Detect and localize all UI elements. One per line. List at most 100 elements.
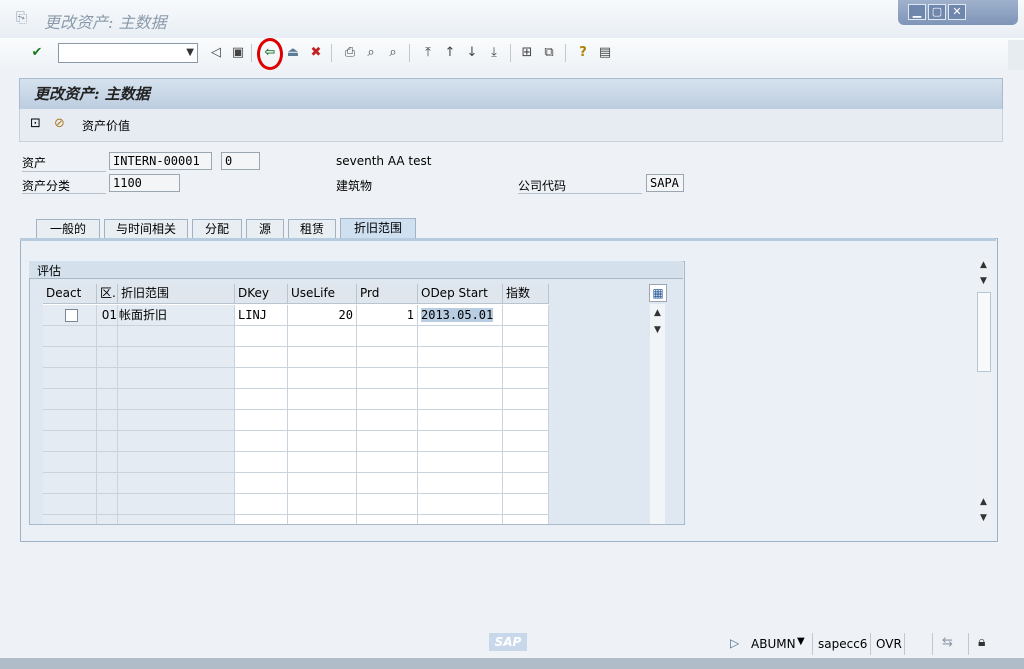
scroll-down-icon[interactable]: ▼ [976,274,991,288]
scroll-up-icon[interactable]: ▲ [650,306,665,320]
layout-icon[interactable]: ▤ [596,44,614,62]
asset-class-field[interactable]: 1100 [109,174,180,192]
tab-general[interactable]: 一般的 [36,219,100,238]
empty-table-cell[interactable] [288,326,357,347]
other-asset-icon[interactable]: ⊡ [30,116,41,131]
maximize-button[interactable]: ▢ [928,4,946,20]
save-icon[interactable]: ▣ [229,44,247,62]
empty-table-cell[interactable] [288,389,357,410]
empty-table-cell[interactable] [235,368,288,389]
deact-checkbox[interactable] [65,309,78,322]
help-icon[interactable]: ? [574,44,592,62]
empty-table-cell[interactable] [418,452,503,473]
empty-table-cell[interactable] [418,515,503,524]
empty-table-cell[interactable] [418,368,503,389]
table-row-uselife[interactable]: 20 [288,305,357,326]
empty-table-cell[interactable] [503,473,549,494]
table-settings-icon[interactable]: ▦ [649,284,667,302]
empty-table-cell[interactable] [418,326,503,347]
asset-subnumber-field[interactable]: 0 [221,152,260,170]
table-scrollbar[interactable]: ▲ ▼ [650,304,665,524]
empty-table-cell[interactable] [418,431,503,452]
col-header-uselife[interactable]: UseLife [288,284,357,304]
empty-table-cell[interactable] [357,515,418,524]
find-next-icon[interactable]: ⌕ [384,44,402,62]
empty-table-cell[interactable] [357,326,418,347]
last-page-icon[interactable]: ⤓ [485,44,503,62]
empty-table-cell[interactable] [418,494,503,515]
company-code-field[interactable]: SAPA [646,174,684,192]
table-row-dkey[interactable]: LINJ [235,305,288,326]
empty-table-cell[interactable] [288,368,357,389]
empty-table-cell[interactable] [357,389,418,410]
empty-table-cell[interactable] [288,452,357,473]
empty-table-cell[interactable] [357,368,418,389]
table-row-index[interactable] [503,305,549,326]
status-expand-icon[interactable]: ▷ [730,636,739,650]
command-field[interactable]: ▼ [58,43,198,63]
back-nav-icon[interactable]: ◁ [207,44,225,62]
col-header-area[interactable]: 区. [97,284,118,304]
asset-values-button[interactable]: 资产价值 [82,117,130,134]
cancel-icon[interactable]: ✖ [307,44,325,62]
chevron-down-icon[interactable]: ▼ [797,636,805,647]
empty-table-cell[interactable] [235,431,288,452]
empty-table-cell[interactable] [288,494,357,515]
col-header-deact[interactable]: Deact [43,284,97,304]
lock-icon[interactable]: 🔒︎ [978,634,985,650]
find-icon[interactable]: ⌕ [362,44,380,62]
empty-table-cell[interactable] [235,452,288,473]
empty-table-cell[interactable] [503,515,549,524]
empty-table-cell[interactable] [503,326,549,347]
scroll-down-icon[interactable]: ▼ [650,323,665,337]
empty-table-cell[interactable] [503,452,549,473]
empty-table-cell[interactable] [235,494,288,515]
table-row-prd[interactable]: 1 [357,305,418,326]
empty-table-cell[interactable] [418,473,503,494]
empty-table-cell[interactable] [357,452,418,473]
previous-page-icon[interactable]: ↑ [441,44,459,62]
empty-table-cell[interactable] [418,347,503,368]
panel-scrollbar[interactable]: ▲ ▼ ▲ ▼ [976,258,991,528]
empty-table-cell[interactable] [235,326,288,347]
scroll-up-icon[interactable]: ▲ [976,258,991,272]
empty-table-cell[interactable] [503,410,549,431]
col-header-odep-start[interactable]: ODep Start [418,284,503,304]
shortcut-icon[interactable]: ⧉ [540,44,558,62]
empty-table-cell[interactable] [503,389,549,410]
scroll-down-icon[interactable]: ▼ [976,511,991,525]
next-page-icon[interactable]: ↓ [463,44,481,62]
empty-table-cell[interactable] [288,515,357,524]
empty-table-cell[interactable] [503,494,549,515]
empty-table-cell[interactable] [503,431,549,452]
empty-table-cell[interactable] [357,473,418,494]
tab-depreciation-areas[interactable]: 折旧范围 [340,218,416,239]
empty-table-cell[interactable] [235,389,288,410]
empty-table-cell[interactable] [357,410,418,431]
empty-table-cell[interactable] [288,431,357,452]
exit-icon[interactable]: ⏏ [284,44,302,62]
tab-origin[interactable]: 源 [246,219,284,238]
col-header-area-name[interactable]: 折旧范围 [118,284,235,304]
empty-table-cell[interactable] [235,347,288,368]
print-icon[interactable]: ⎙ [341,44,359,62]
tab-time-dependent[interactable]: 与时间相关 [104,219,188,238]
empty-table-cell[interactable] [418,410,503,431]
empty-table-cell[interactable] [418,389,503,410]
scroll-thumb[interactable] [977,292,991,372]
empty-table-cell[interactable] [235,410,288,431]
empty-table-cell[interactable] [235,515,288,524]
tab-leasing[interactable]: 租赁 [288,219,336,238]
first-page-icon[interactable]: ⤒ [419,44,437,62]
scroll-up-icon[interactable]: ▲ [976,495,991,509]
close-button[interactable]: ✕ [948,4,966,20]
empty-table-cell[interactable] [288,347,357,368]
chevron-down-icon[interactable]: ▼ [186,47,194,58]
empty-table-cell[interactable] [503,347,549,368]
new-session-icon[interactable]: ⊞ [518,44,536,62]
empty-table-cell[interactable] [235,473,288,494]
empty-table-cell[interactable] [288,473,357,494]
table-row-odep-start[interactable]: 2013.05.01 [418,305,503,326]
col-header-prd[interactable]: Prd [357,284,418,304]
asset-number-field[interactable]: INTERN-00001 [109,152,212,170]
